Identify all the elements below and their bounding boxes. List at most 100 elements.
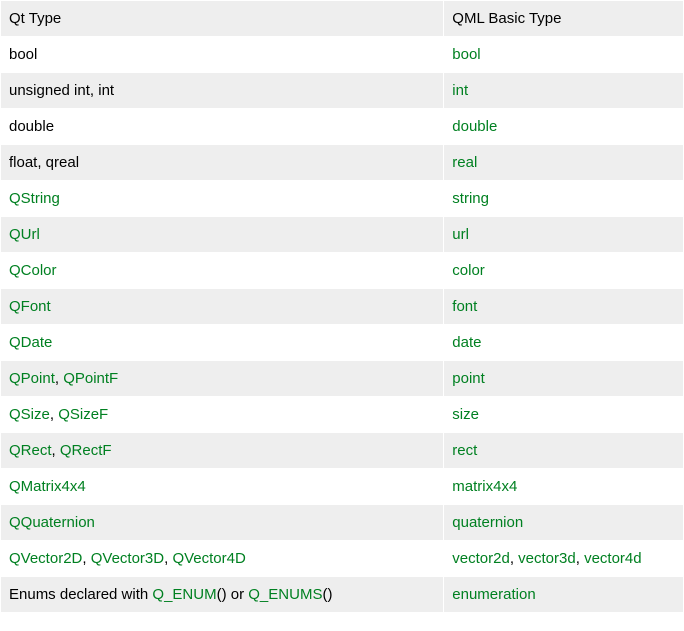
cell-qml: bool [444,37,684,73]
type-link[interactable]: bool [452,46,480,63]
table-row: QPoint, QPointF point [1,361,684,397]
type-link[interactable]: QRect [9,442,52,459]
cell-qml: size [444,397,684,433]
table-body: boolboolunsigned int, intintdoubledouble… [1,37,684,613]
cell-qml: vector2d, vector3d, vector4d [444,541,684,577]
cell-qml: font [444,289,684,325]
cell-qml: rect [444,433,684,469]
cell-qt: QDate [1,325,444,361]
type-link[interactable]: QSize [9,406,50,423]
cell-qml: enumeration [444,577,684,613]
table-row: QRect, QRectF rect [1,433,684,469]
table-row: QString string [1,181,684,217]
type-link[interactable]: Q_ENUM [152,586,216,603]
type-link[interactable]: QString [9,190,60,207]
type-link[interactable]: vector4d [584,550,642,567]
type-link[interactable]: QUrl [9,226,40,243]
type-link[interactable]: date [452,334,481,351]
plain-text: , [50,406,58,423]
cell-qml: double [444,109,684,145]
type-link[interactable]: QQuaternion [9,514,95,531]
plain-text: float, qreal [9,154,79,171]
type-link[interactable]: real [452,154,477,171]
cell-qt: QFont [1,289,444,325]
cell-qml: int [444,73,684,109]
plain-text: , [55,370,63,387]
plain-text: () [322,586,332,603]
cell-qt: QRect, QRectF [1,433,444,469]
cell-qt: QColor [1,253,444,289]
type-link[interactable]: QSizeF [58,406,108,423]
table-row: bool bool [1,37,684,73]
cell-qml: real [444,145,684,181]
type-link[interactable]: QVector3D [91,550,164,567]
plain-text: , [576,550,584,567]
cell-qt: unsigned int, int [1,73,444,109]
type-link[interactable]: url [452,226,469,243]
cell-qt: bool [1,37,444,73]
type-link[interactable]: point [452,370,485,387]
table-row: QSize, QSizeF size [1,397,684,433]
type-link[interactable]: Q_ENUMS [248,586,322,603]
table-row: QQuaternion quaternion [1,505,684,541]
header-qml-type: QML Basic Type [444,1,684,37]
header-qt-type: Qt Type [1,1,444,37]
table-header-row: Qt Type QML Basic Type [1,1,684,37]
type-link[interactable]: QVector2D [9,550,82,567]
table-row: unsigned int, int int [1,73,684,109]
type-link[interactable]: QVector4D [172,550,245,567]
table-row: QFont font [1,289,684,325]
plain-text: () or [217,586,249,603]
table-row: Enums declared with Q_ENUM() or Q_ENUMS(… [1,577,684,613]
plain-text: unsigned int, int [9,82,114,99]
cell-qt: QPoint, QPointF [1,361,444,397]
plain-text: , [82,550,90,567]
type-link[interactable]: QColor [9,262,57,279]
cell-qml: point [444,361,684,397]
type-link[interactable]: QPoint [9,370,55,387]
plain-text: double [9,118,54,135]
table-row: float, qreal real [1,145,684,181]
cell-qt: double [1,109,444,145]
cell-qt: Enums declared with Q_ENUM() or Q_ENUMS(… [1,577,444,613]
type-link[interactable]: quaternion [452,514,523,531]
table-row: double double [1,109,684,145]
plain-text: Enums declared with [9,586,152,603]
type-link[interactable]: enumeration [452,586,535,603]
cell-qt: QVector2D, QVector3D, QVector4D [1,541,444,577]
type-link[interactable]: QPointF [63,370,118,387]
type-link[interactable]: size [452,406,479,423]
cell-qt: QUrl [1,217,444,253]
cell-qml: color [444,253,684,289]
cell-qml: date [444,325,684,361]
plain-text: bool [9,46,37,63]
plain-text: , [52,442,60,459]
table-row: QColor color [1,253,684,289]
type-mapping-table: Qt Type QML Basic Type bool bool unsigned … [0,0,684,613]
cell-qt: QSize, QSizeF [1,397,444,433]
type-link[interactable]: font [452,298,477,315]
cell-qt: float, qreal [1,145,444,181]
type-link[interactable]: vector3d [518,550,576,567]
type-link[interactable]: rect [452,442,477,459]
type-link[interactable]: QMatrix4x4 [9,478,86,495]
type-link[interactable]: QDate [9,334,52,351]
cell-qt: QMatrix4x4 [1,469,444,505]
table-row: QMatrix4x4 matrix4x4 [1,469,684,505]
table-row: QUrl url [1,217,684,253]
cell-qml: quaternion [444,505,684,541]
cell-qml: string [444,181,684,217]
type-link[interactable]: vector2d [452,550,510,567]
type-link[interactable]: color [452,262,485,279]
cell-qt: QString [1,181,444,217]
type-link[interactable]: int [452,82,468,99]
type-link[interactable]: string [452,190,489,207]
table-row: QDate date [1,325,684,361]
type-link[interactable]: double [452,118,497,135]
cell-qml: url [444,217,684,253]
plain-text: , [510,550,518,567]
type-link[interactable]: QRectF [60,442,112,459]
table-row: QVector2D, QVector3D, QVector4Dvector2d,… [1,541,684,577]
type-link[interactable]: QFont [9,298,51,315]
type-link[interactable]: matrix4x4 [452,478,517,495]
